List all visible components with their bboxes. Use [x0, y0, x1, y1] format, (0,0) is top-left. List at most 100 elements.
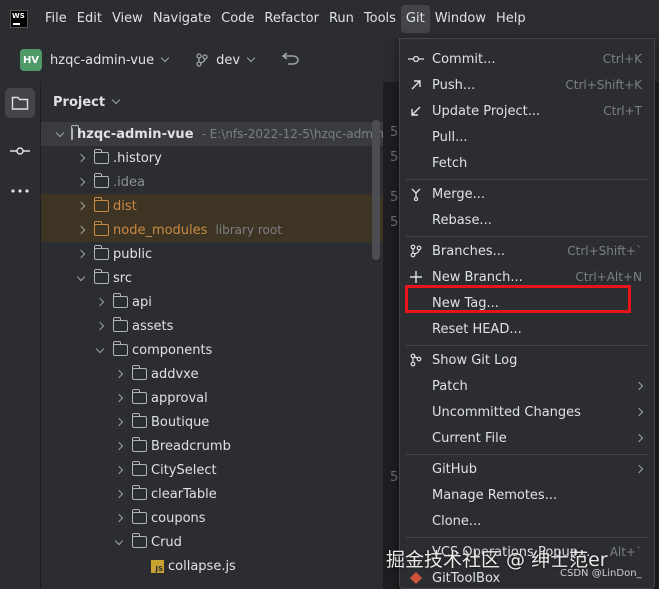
chevron-down-icon[interactable]: [246, 53, 256, 63]
menu-item-label: GitToolBox: [432, 570, 501, 586]
git-menu-item-pull[interactable]: Pull...: [400, 125, 654, 149]
git-menu-item-patch[interactable]: Patch: [400, 374, 654, 398]
project-badge[interactable]: HV: [20, 49, 42, 71]
tree-row[interactable]: Crud: [41, 530, 383, 554]
menu-code[interactable]: Code: [216, 5, 259, 33]
menu-item-shortcut: Ctrl+Alt+N: [575, 270, 642, 284]
tree-row[interactable]: .history: [41, 146, 383, 170]
tree-row[interactable]: CitySelect: [41, 458, 383, 482]
git-menu-item-fetch[interactable]: Fetch: [400, 151, 654, 175]
chevron-right-icon[interactable]: [95, 297, 105, 307]
tree-item-label: Crud: [151, 534, 182, 550]
menu-view[interactable]: View: [107, 5, 148, 33]
chevron-right-icon[interactable]: [114, 513, 124, 523]
git-menu-item-github[interactable]: GitHub: [400, 457, 654, 481]
chevron-right-icon[interactable]: [76, 153, 86, 163]
chevron-down-icon[interactable]: [55, 128, 65, 139]
push-icon: [408, 77, 424, 93]
chevron-right-icon[interactable]: [114, 489, 124, 499]
chevron-right-icon[interactable]: [114, 441, 124, 451]
git-menu-item-branches[interactable]: Branches... Ctrl+Shift+`: [400, 239, 654, 263]
git-menu-item-current-file[interactable]: Current File: [400, 426, 654, 450]
tree-row[interactable]: components: [41, 338, 383, 362]
chevron-right-icon[interactable]: [95, 321, 105, 331]
menu-item-label: Clone...: [432, 513, 482, 529]
folder-icon: [112, 293, 128, 308]
tree-item-label: Boutique: [151, 414, 210, 430]
tree-item-label: components: [132, 342, 213, 358]
chevron-down-icon[interactable]: [160, 53, 170, 63]
chevron-right-icon[interactable]: [114, 417, 124, 427]
git-menu-item-update-project[interactable]: Update Project... Ctrl+T: [400, 99, 654, 123]
menu-item-label: Update Project...: [432, 103, 541, 119]
git-menu-item-uncommitted-changes[interactable]: Uncommitted Changes: [400, 400, 654, 424]
panel-title: Project: [53, 94, 106, 110]
line-number: 5: [390, 190, 399, 205]
chevron-right-icon[interactable]: [76, 177, 86, 187]
git-menu-item-commit[interactable]: Commit... Ctrl+K: [400, 47, 654, 71]
tree-row[interactable]: coupons: [41, 506, 383, 530]
tree-row[interactable]: node_modules library root: [41, 218, 383, 242]
menu-edit[interactable]: Edit: [72, 5, 107, 33]
more-icon[interactable]: [5, 176, 35, 206]
chevron-right-icon[interactable]: [76, 249, 86, 259]
branch-name[interactable]: dev: [216, 53, 240, 68]
tree-row[interactable]: api: [41, 290, 383, 314]
tree-row[interactable]: public: [41, 242, 383, 266]
menu-run[interactable]: Run: [324, 5, 359, 33]
menu-file[interactable]: File: [40, 5, 72, 33]
chevron-right-icon[interactable]: [114, 393, 124, 403]
project-panel-header[interactable]: Project: [53, 92, 121, 112]
git-menu-item-rebase[interactable]: Rebase...: [400, 208, 654, 232]
tree-row[interactable]: hzqc-admin-vue - E:\nfs-2022-12-5\hzqc-ad…: [41, 122, 383, 146]
git-menu-item-clone[interactable]: Clone...: [400, 509, 654, 533]
chevron-right-icon[interactable]: [114, 465, 124, 475]
chevron-down-icon[interactable]: [114, 536, 124, 547]
folder-icon: [112, 317, 128, 332]
tree-row[interactable]: addvxe: [41, 362, 383, 386]
git-menu-item-merge[interactable]: Merge...: [400, 182, 654, 206]
folder-icon: [93, 149, 109, 164]
folder-icon: [131, 509, 147, 524]
branch-icon[interactable]: [196, 53, 208, 67]
tree-row[interactable]: clearTable: [41, 482, 383, 506]
menu-refactor[interactable]: Refactor: [259, 5, 324, 33]
tree-item-hint: library root: [215, 223, 282, 237]
chevron-down-icon[interactable]: [76, 272, 86, 283]
plus-icon: [408, 269, 424, 285]
git-menu-item-manage-remotes[interactable]: Manage Remotes...: [400, 483, 654, 507]
git-menu-item-push[interactable]: Push... Ctrl+Shift+K: [400, 73, 654, 97]
chevron-down-icon[interactable]: [95, 344, 105, 355]
git-menu-item-show-git-log[interactable]: Show Git Log: [400, 348, 654, 372]
menu-help[interactable]: Help: [491, 5, 531, 33]
tree-row[interactable]: Boutique: [41, 410, 383, 434]
tree-item-label: assets: [132, 318, 174, 334]
tree-item-hint: - E:\nfs-2022-12-5\hzqc-admin: [201, 127, 383, 141]
project-folder-icon[interactable]: [5, 88, 35, 118]
menu-tools[interactable]: Tools: [359, 5, 401, 33]
project-name[interactable]: hzqc-admin-vue: [50, 53, 154, 68]
chevron-down-icon[interactable]: [111, 95, 121, 105]
tree-row[interactable]: approval: [41, 386, 383, 410]
gittoolbox-icon: [408, 570, 424, 586]
tree-row[interactable]: JS collapse.js: [41, 554, 383, 578]
tree-scrollbar[interactable]: [372, 120, 380, 260]
menu-window[interactable]: Window: [430, 5, 491, 33]
menu-item-label: Manage Remotes...: [432, 487, 558, 503]
tree-row[interactable]: assets: [41, 314, 383, 338]
tree-row[interactable]: Breadcrumb: [41, 434, 383, 458]
tree-row[interactable]: dist: [41, 194, 383, 218]
tree-row[interactable]: src: [41, 266, 383, 290]
chevron-right-icon[interactable]: [114, 369, 124, 379]
git-menu-item-reset-head[interactable]: Reset HEAD...: [400, 317, 654, 341]
undo-icon[interactable]: [281, 51, 300, 69]
menu-git[interactable]: Git: [400, 5, 430, 33]
highlight-annotation-box: [405, 285, 631, 313]
chevron-right-icon[interactable]: [76, 201, 86, 211]
folder-icon: [131, 389, 147, 404]
menu-navigate[interactable]: Navigate: [148, 5, 216, 33]
commit-icon[interactable]: [5, 136, 35, 166]
chevron-right-icon[interactable]: [76, 225, 86, 235]
chevron-right-icon: [634, 407, 644, 417]
tree-row[interactable]: .idea: [41, 170, 383, 194]
